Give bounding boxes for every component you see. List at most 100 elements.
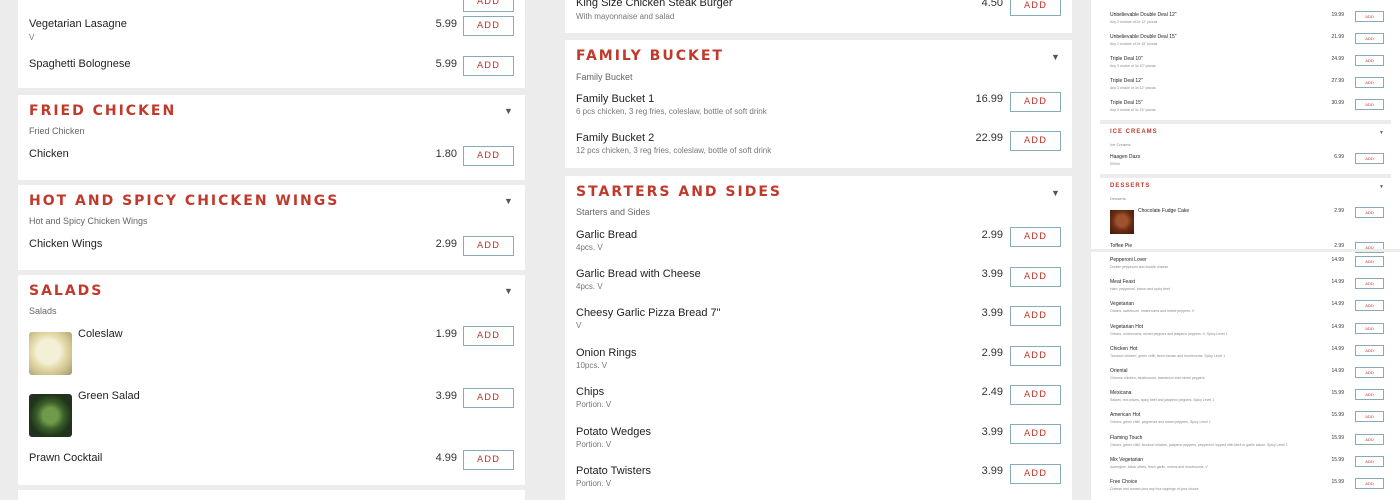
item-name: Triple Deal 12" bbox=[1110, 78, 1143, 84]
panel-divider bbox=[1100, 174, 1391, 178]
chevron-down-icon[interactable]: ▼ bbox=[504, 106, 513, 116]
chevron-down-icon[interactable]: ▼ bbox=[1051, 52, 1060, 62]
item-price: 2.99 bbox=[1334, 208, 1344, 214]
add-button[interactable]: ADD bbox=[463, 146, 514, 166]
item-desc: Any 2 choices of 2x 12" pizzas bbox=[1110, 20, 1158, 24]
item-name: Spaghetti Bolognese bbox=[29, 58, 131, 70]
item-desc: 4pcs. V bbox=[576, 243, 603, 252]
category-panel-family-bucket: Family Bucket ▼ Family Bucket Family Buc… bbox=[565, 40, 1072, 168]
add-button[interactable]: ADD bbox=[1355, 367, 1384, 378]
item-name: Triple Deal 10" bbox=[1110, 56, 1143, 62]
item-price: 19.99 bbox=[1331, 12, 1344, 18]
add-button[interactable]: ADD bbox=[1355, 77, 1384, 88]
item-desc: Onions, green chilli, tandoori chicken, … bbox=[1110, 442, 1288, 447]
add-button[interactable]: ADD bbox=[463, 236, 514, 256]
add-button[interactable]: ADD bbox=[1355, 55, 1384, 66]
add-button[interactable]: ADD bbox=[1355, 478, 1384, 489]
category-panel-next bbox=[18, 490, 525, 500]
add-button[interactable]: ADD bbox=[1355, 344, 1384, 356]
add-button[interactable]: ADD bbox=[1010, 464, 1061, 484]
add-button[interactable]: ADD bbox=[1010, 424, 1061, 444]
item-desc: 6 pcs chicken, 3 reg fries, coleslaw, bo… bbox=[576, 107, 767, 116]
chevron-down-icon[interactable]: ▼ bbox=[504, 196, 513, 206]
add-button[interactable]: ADD bbox=[1355, 300, 1384, 312]
item-desc: Any 2 choices of 2x 15" pizzas bbox=[1110, 42, 1158, 46]
menu-column-1: ADD Vegetarian Lasagne V 5.99 ADD Spaghe… bbox=[0, 0, 543, 500]
item-price: 21.99 bbox=[1331, 34, 1344, 40]
add-button[interactable]: ADD bbox=[1355, 411, 1384, 423]
item-price: 15.99 bbox=[1331, 412, 1344, 419]
chocolate-cake-image bbox=[1110, 210, 1134, 234]
add-button[interactable]: ADD bbox=[1010, 346, 1061, 366]
item-name: Vegetarian bbox=[1110, 301, 1134, 308]
add-button[interactable]: ADD bbox=[1355, 278, 1384, 290]
add-button[interactable]: ADD bbox=[1355, 389, 1384, 401]
add-button[interactable]: ADD bbox=[463, 16, 514, 36]
item-name: Family Bucket 2 bbox=[576, 132, 655, 144]
category-panel-salads: Salads ▼ Salads Coleslaw 1.99 ADD Green … bbox=[18, 275, 525, 485]
add-button[interactable]: ADD bbox=[1355, 455, 1384, 467]
category-subtitle: Ice Creams bbox=[1110, 142, 1131, 147]
chevron-down-icon[interactable]: ▼ bbox=[1051, 188, 1060, 198]
category-title[interactable]: Salads bbox=[29, 283, 103, 299]
add-button[interactable]: ADD bbox=[1010, 385, 1061, 405]
item-price: 24.99 bbox=[1331, 56, 1344, 62]
item-price: 14.99 bbox=[1331, 301, 1344, 308]
category-title[interactable]: Hot and Spicy Chicken Wings bbox=[29, 193, 339, 209]
add-button[interactable]: ADD bbox=[1355, 33, 1384, 44]
category-subtitle: Desserts bbox=[1110, 196, 1126, 201]
item-price: 14.99 bbox=[1331, 368, 1344, 374]
category-title[interactable]: Starters and Sides bbox=[576, 184, 782, 200]
add-button[interactable]: ADD bbox=[463, 0, 514, 12]
menu-column-2: King Size Chicken Steak Burger With mayo… bbox=[543, 0, 1091, 500]
item-desc: Double pepperoni and double cheese bbox=[1110, 265, 1169, 269]
item-desc: 4pcs. V bbox=[576, 282, 603, 291]
item-price: 15.99 bbox=[1331, 434, 1344, 441]
item-desc: Any 3 choice of 3x 10" pizzas bbox=[1110, 64, 1156, 68]
item-name bbox=[1110, 0, 1111, 4]
add-button[interactable]: ADD bbox=[1355, 11, 1384, 22]
add-button[interactable]: ADD bbox=[1010, 131, 1061, 151]
item-price: 14.99 bbox=[1331, 323, 1344, 330]
item-name: Haagen Dazs bbox=[1110, 154, 1141, 160]
item-desc: V bbox=[576, 321, 582, 330]
add-button[interactable]: ADD bbox=[463, 388, 514, 408]
add-button[interactable]: ADD bbox=[463, 326, 514, 346]
item-price: 3.99 bbox=[981, 426, 1003, 438]
add-button[interactable]: ADD bbox=[1010, 306, 1061, 326]
add-button[interactable]: ADD bbox=[1355, 153, 1384, 164]
item-name: Pepperoni Lover bbox=[1110, 257, 1147, 263]
add-button[interactable]: ADD bbox=[463, 450, 514, 470]
item-name: Vegetarian Lasagne bbox=[29, 18, 127, 30]
item-name: Coleslaw bbox=[78, 328, 123, 340]
add-button[interactable]: ADD bbox=[1010, 0, 1061, 16]
add-button[interactable]: ADD bbox=[1010, 267, 1061, 287]
add-button[interactable]: ADD bbox=[463, 56, 514, 76]
item-name: Garlic Bread bbox=[576, 229, 638, 241]
category-title[interactable]: Family Bucket bbox=[576, 48, 724, 64]
item-name: Unbelievable Double Deal 15" bbox=[1110, 34, 1177, 40]
item-name: Cheesy Garlic Pizza Bread 7" bbox=[576, 307, 721, 319]
category-title[interactable]: Ice Creams bbox=[1110, 129, 1158, 135]
add-button[interactable]: ADD bbox=[1355, 207, 1384, 218]
chevron-down-icon[interactable]: ▼ bbox=[1379, 130, 1384, 136]
add-button[interactable]: ADD bbox=[1355, 433, 1384, 445]
chevron-down-icon[interactable]: ▼ bbox=[504, 286, 513, 296]
item-desc: 12 pcs chicken, 3 reg fries, coleslaw, b… bbox=[576, 146, 772, 155]
item-name: Flaming Touch bbox=[1110, 434, 1143, 441]
category-panel-fried-chicken: Fried Chicken ▼ Fried Chicken Chicken 1.… bbox=[18, 95, 525, 180]
category-title[interactable]: Desserts bbox=[1110, 183, 1150, 189]
add-button[interactable]: ADD bbox=[1355, 322, 1384, 334]
item-price: 15.99 bbox=[1331, 456, 1344, 463]
add-button[interactable]: ADD bbox=[1010, 92, 1061, 112]
chevron-down-icon[interactable]: ▼ bbox=[1379, 184, 1384, 190]
category-subtitle: Starters and Sides bbox=[576, 207, 651, 217]
add-button[interactable]: ADD bbox=[1010, 227, 1061, 247]
item-desc: Onions, sweetcorn, mushrooms and mixed p… bbox=[1110, 309, 1195, 314]
item-name: Mix Vegetarian bbox=[1110, 456, 1144, 463]
add-button[interactable]: ADD bbox=[1355, 99, 1384, 110]
item-desc: 10pcs. V bbox=[576, 361, 608, 370]
category-title[interactable]: Fried Chicken bbox=[29, 103, 176, 119]
item-desc: Any 3 choice of 3x 15" pizzas bbox=[1110, 108, 1156, 112]
add-button[interactable]: ADD bbox=[1355, 256, 1384, 267]
